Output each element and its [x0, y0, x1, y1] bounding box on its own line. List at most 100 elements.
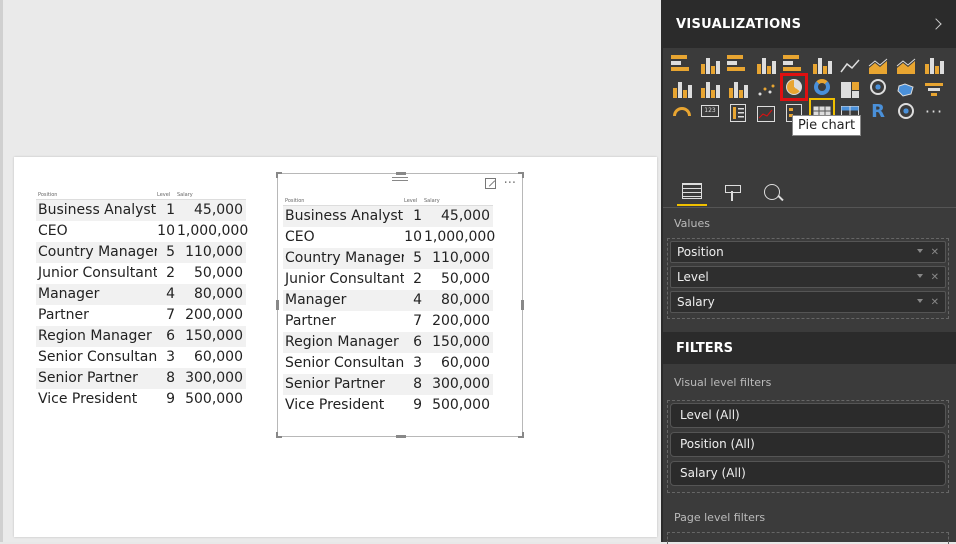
report-page[interactable]: Position Level Salary Business Analyst 1 4…	[14, 157, 657, 537]
table-row[interactable]: Manager 4 80,000	[36, 284, 246, 305]
selected-table-visual[interactable]: ··· Position Level Salary Business Analy…	[276, 172, 524, 438]
resize-handle-left[interactable]	[276, 300, 279, 310]
table-row[interactable]: Senior Consultant 3 60,000	[36, 347, 246, 368]
resize-handle-bottom-right[interactable]	[518, 432, 524, 438]
cell-position: Vice President	[38, 391, 138, 407]
tab-fields[interactable]	[677, 178, 707, 206]
scatter-chart-icon[interactable]	[755, 76, 777, 98]
table-row[interactable]: Junior Consultant 2 50,000	[283, 269, 493, 290]
resize-handle-top-right[interactable]	[518, 172, 524, 178]
table-row[interactable]: Manager 4 80,000	[283, 290, 493, 311]
tab-format[interactable]	[717, 178, 747, 206]
line-and-column-chart-icon[interactable]	[923, 52, 945, 74]
funnel-icon[interactable]	[923, 76, 945, 98]
resize-handle-right[interactable]	[521, 300, 524, 310]
card-icon[interactable]: 123	[699, 100, 721, 122]
donut-chart-icon[interactable]	[811, 76, 833, 98]
more-visuals-icon[interactable]: ···	[923, 100, 945, 122]
cell-level: 1	[166, 202, 175, 218]
100-stacked-bar-chart-icon[interactable]	[783, 52, 805, 74]
values-section: Values Position ✕ Level ✕ Salary ✕	[663, 208, 956, 332]
table-row[interactable]: Vice President 9 500,000	[36, 389, 246, 410]
page-level-filters-well[interactable]	[667, 532, 949, 544]
focus-mode-icon[interactable]	[484, 178, 496, 189]
clustered-bar-chart-icon[interactable]	[727, 52, 749, 74]
line-and-clustered-column-chart-icon[interactable]	[671, 76, 693, 98]
cell-level: 6	[166, 328, 175, 344]
arcgis-map-icon[interactable]	[895, 100, 917, 122]
table-row[interactable]: Partner 7 200,000	[36, 305, 246, 326]
treemap-icon[interactable]	[839, 76, 861, 98]
filled-map-icon[interactable]	[895, 76, 917, 98]
column-header-position[interactable]: Position	[36, 190, 157, 199]
field-well-item[interactable]: Position ✕	[670, 241, 946, 263]
column-header-level[interactable]: Level	[157, 190, 177, 199]
field-well-item[interactable]: Level ✕	[670, 266, 946, 288]
more-label: ···	[924, 101, 944, 121]
chevron-down-icon[interactable]	[916, 248, 923, 253]
remove-field-icon[interactable]: ✕	[931, 247, 939, 258]
pie-chart-icon[interactable]	[780, 73, 808, 101]
chevron-down-icon[interactable]	[916, 298, 923, 303]
table-row[interactable]: Region Manager 6 150,000	[283, 332, 493, 353]
remove-field-icon[interactable]: ✕	[931, 272, 939, 283]
table-row[interactable]: Vice President 9 500,000	[283, 395, 493, 416]
table-row[interactable]: CEO 10 1,000,000	[283, 227, 495, 248]
field-controls: ✕	[916, 272, 939, 283]
filter-card[interactable]: Level (All)	[670, 403, 946, 428]
cell-level: 1	[413, 208, 422, 224]
table-visual[interactable]: Position Level Salary Business Analyst 1 4…	[283, 196, 495, 416]
table-row[interactable]: Partner 7 200,000	[283, 311, 493, 332]
line-chart-icon[interactable]	[839, 52, 861, 74]
remove-field-icon[interactable]: ✕	[931, 297, 939, 308]
chevron-down-icon[interactable]	[916, 273, 923, 278]
stacked-bar-chart-icon[interactable]	[671, 52, 693, 74]
stacked-area-chart-icon[interactable]	[895, 52, 917, 74]
kpi-icon[interactable]	[755, 100, 777, 122]
table-row[interactable]: Senior Partner 8 300,000	[36, 368, 246, 389]
cell-salary: 50,000	[194, 265, 243, 281]
cell-salary: 45,000	[194, 202, 243, 218]
table-visual[interactable]: Position Level Salary Business Analyst 1 4…	[36, 190, 248, 410]
resize-handle-bottom[interactable]	[396, 435, 406, 438]
filter-card[interactable]: Salary (All)	[670, 461, 946, 486]
collapse-pane-icon[interactable]	[930, 18, 942, 30]
table-row[interactable]: Senior Partner 8 300,000	[283, 374, 493, 395]
column-header-position[interactable]: Position	[283, 196, 404, 205]
resize-handle-top[interactable]	[396, 172, 406, 175]
tab-analytics[interactable]	[757, 178, 787, 206]
visual-level-filters-well[interactable]: Level (All) Position (All) Salary (All)	[667, 400, 949, 493]
area-chart-icon[interactable]	[867, 52, 889, 74]
field-well-item[interactable]: Salary ✕	[670, 291, 946, 313]
100-stacked-column-chart-icon[interactable]	[811, 52, 833, 74]
ribbon-chart-icon[interactable]	[699, 76, 721, 98]
gauge-icon[interactable]	[671, 100, 693, 122]
table-row[interactable]: Business Analyst 1 45,000	[283, 206, 493, 227]
column-header-salary[interactable]: Salary	[177, 190, 245, 199]
values-well[interactable]: Position ✕ Level ✕ Salary ✕	[667, 238, 949, 319]
more-options-icon[interactable]: ···	[504, 176, 516, 191]
r-visual-icon[interactable]: R	[867, 100, 889, 122]
multi-row-card-icon[interactable]	[727, 100, 749, 122]
stacked-column-chart-icon[interactable]	[699, 52, 721, 74]
tooltip: Pie chart	[792, 115, 862, 136]
table-row[interactable]: Region Manager 6 150,000	[36, 326, 246, 347]
table-row[interactable]: Junior Consultant 2 50,000	[36, 263, 246, 284]
waterfall-chart-icon[interactable]	[727, 76, 749, 98]
table-row[interactable]: Country Manager 5 110,000	[36, 242, 246, 263]
filter-label: Position (All)	[680, 437, 755, 451]
table-row[interactable]: Business Analyst 1 45,000	[36, 200, 246, 221]
resize-handle-bottom-left[interactable]	[276, 432, 282, 438]
column-header-level[interactable]: Level	[404, 196, 424, 205]
clustered-column-chart-icon[interactable]	[755, 52, 777, 74]
table-row[interactable]: Senior Consultant 3 60,000	[283, 353, 493, 374]
cell-position: Partner	[38, 307, 89, 323]
drag-grip-icon[interactable]	[392, 177, 408, 183]
cell-position: Junior Consultant	[38, 265, 157, 281]
filter-card[interactable]: Position (All)	[670, 432, 946, 457]
column-header-salary[interactable]: Salary	[424, 196, 492, 205]
map-icon[interactable]	[867, 76, 889, 98]
table-row[interactable]: CEO 10 1,000,000	[36, 221, 248, 242]
table-row[interactable]: Country Manager 5 110,000	[283, 248, 493, 269]
resize-handle-top-left[interactable]	[276, 172, 282, 178]
